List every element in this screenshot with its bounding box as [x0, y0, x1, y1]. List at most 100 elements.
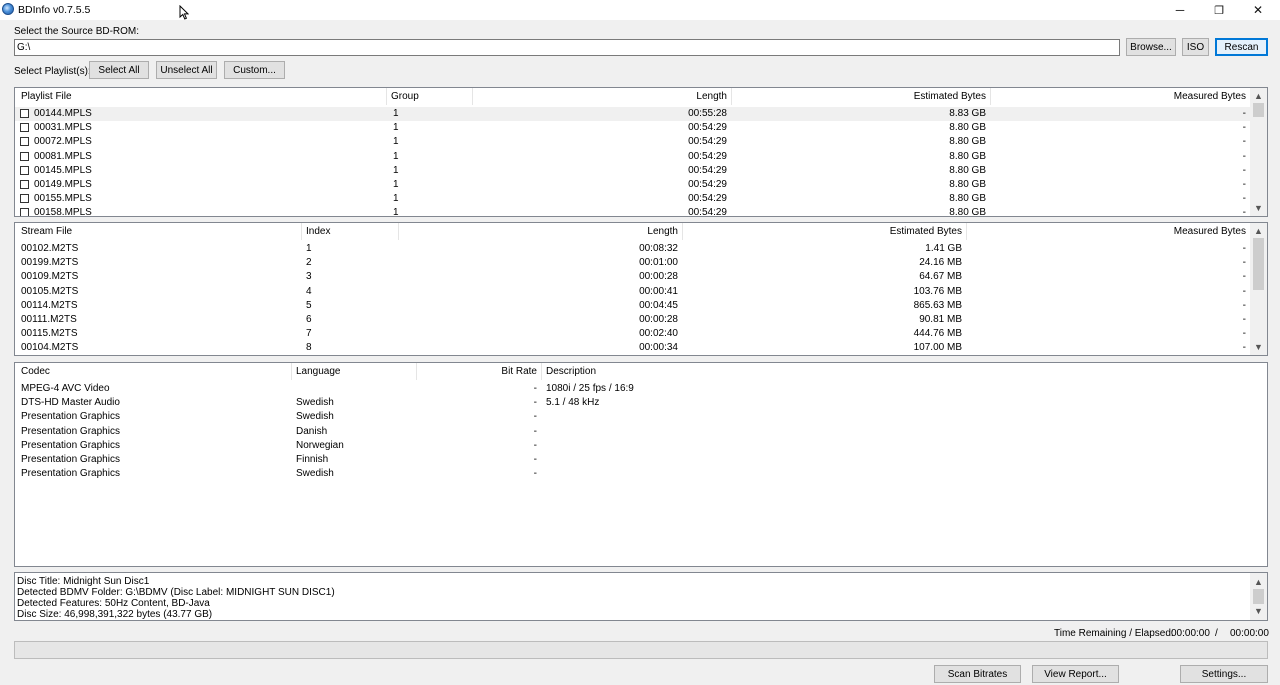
disc-info-box[interactable]: Disc Title: Midnight Sun Disc1 Detected … [14, 572, 1268, 621]
col-stream-measured-bytes[interactable]: Measured Bytes [970, 223, 1246, 240]
scroll-thumb[interactable] [1253, 589, 1264, 604]
view-report-button[interactable]: View Report... [1032, 665, 1119, 683]
scroll-down-icon[interactable]: ▼ [1250, 201, 1267, 215]
col-group[interactable]: Group [391, 88, 471, 105]
rescan-button[interactable]: Rescan [1215, 38, 1268, 56]
col-estimated-bytes[interactable]: Estimated Bytes [735, 88, 986, 105]
table-row[interactable]: 00115.M2TS 7 00:02:40 444.76 MB - [15, 327, 1252, 341]
playlist-checkbox[interactable] [20, 123, 29, 133]
col-stream-estimated-bytes[interactable]: Estimated Bytes [685, 223, 962, 240]
col-measured-bytes[interactable]: Measured Bytes [995, 88, 1246, 105]
col-index[interactable]: Index [306, 223, 396, 240]
settings-button[interactable]: Settings... [1180, 665, 1268, 683]
stream-measured-cell: - [1242, 243, 1246, 254]
disc-size-line: Disc Size: 46,998,391,322 bytes (43.77 G… [17, 609, 213, 620]
table-row[interactable]: 00105.M2TS 4 00:00:41 103.76 MB - [15, 285, 1252, 299]
source-path-input[interactable]: G:\ [14, 39, 1120, 56]
playlist-file-cell: 00031.MPLS [34, 122, 92, 134]
playlist-estimated-cell: 8.80 GB [949, 122, 986, 134]
col-stream-file[interactable]: Stream File [21, 223, 301, 240]
stream-list[interactable]: Stream File Index Length Estimated Bytes… [14, 222, 1268, 356]
scroll-up-icon[interactable]: ▲ [1250, 224, 1267, 238]
title-bar[interactable]: BDInfo v0.7.5.5 ─ ❐ ✕ [0, 0, 1280, 20]
col-language[interactable]: Language [296, 363, 414, 380]
table-row[interactable]: 00199.M2TS 2 00:01:00 24.16 MB - [15, 256, 1252, 270]
playlist-checkbox[interactable] [20, 194, 29, 204]
playlist-file-cell: 00144.MPLS [34, 108, 92, 119]
col-codec[interactable]: Codec [21, 363, 291, 380]
col-playlist-file[interactable]: Playlist File [21, 88, 381, 105]
scroll-up-icon[interactable]: ▲ [1250, 575, 1267, 589]
playlist-select-label: Select Playlist(s): [14, 66, 91, 77]
playlist-checkbox[interactable] [20, 165, 29, 175]
table-row[interactable]: Presentation Graphics Danish - [15, 425, 1267, 439]
scan-bitrates-button[interactable]: Scan Bitrates [934, 665, 1021, 683]
playlist-list[interactable]: Playlist File Group Length Estimated Byt… [14, 87, 1268, 217]
mouse-cursor-icon [179, 5, 189, 20]
table-row[interactable]: 00145.MPLS 1 00:54:29 8.80 GB - [15, 164, 1252, 178]
playlist-estimated-cell: 8.80 GB [949, 136, 986, 148]
minimize-icon[interactable]: ─ [1161, 0, 1199, 20]
playlist-length-cell: 00:54:29 [688, 207, 727, 217]
stream-file-cell: 00109.M2TS [21, 271, 79, 283]
browse-button[interactable]: Browse... [1126, 38, 1176, 56]
stream-estimated-cell: 24.16 MB [919, 257, 962, 269]
stream-estimated-cell: 103.76 MB [913, 285, 962, 297]
custom-button[interactable]: Custom... [224, 61, 285, 79]
table-row[interactable]: 00111.M2TS 6 00:00:28 90.81 MB - [15, 313, 1252, 327]
playlist-scrollbar[interactable]: ▲ ▼ [1250, 88, 1267, 216]
table-row[interactable]: MPEG-4 AVC Video -1080i / 25 fps / 16:9 [15, 382, 1267, 396]
col-length[interactable]: Length [475, 88, 727, 105]
table-row[interactable]: 00081.MPLS 1 00:54:29 8.80 GB - [15, 150, 1252, 164]
table-row[interactable]: 00109.M2TS 3 00:00:28 64.67 MB - [15, 270, 1252, 284]
iso-button[interactable]: ISO [1182, 38, 1209, 56]
restore-icon[interactable]: ❐ [1200, 0, 1238, 20]
close-icon[interactable]: ✕ [1239, 0, 1277, 20]
playlist-checkbox[interactable] [20, 109, 29, 118]
select-all-button[interactable]: Select All [89, 61, 149, 79]
table-row[interactable]: 00158.MPLS 1 00:54:29 8.80 GB - [15, 206, 1252, 217]
table-row[interactable]: 00102.M2TS 1 00:08:32 1.41 GB - [15, 242, 1252, 256]
table-row[interactable]: 00155.MPLS 1 00:54:29 8.80 GB - [15, 192, 1252, 206]
table-row[interactable]: 00031.MPLS 1 00:54:29 8.80 GB - [15, 121, 1252, 135]
stream-length-cell: 00:00:28 [639, 271, 678, 283]
playlist-checkbox[interactable] [20, 151, 29, 161]
codec-description-cell: 1080i / 25 fps / 16:9 [546, 383, 634, 394]
codec-bitrate-cell: - [533, 425, 537, 437]
codec-bitrate-cell: - [533, 454, 537, 465]
table-row[interactable]: Presentation Graphics Finnish - [15, 453, 1267, 467]
unselect-all-button[interactable]: Unselect All [156, 61, 217, 79]
codec-bitrate-cell: - [533, 383, 537, 394]
col-description[interactable]: Description [546, 363, 1146, 380]
table-row[interactable]: DTS-HD Master Audio Swedish -5.1 / 48 kHz [15, 396, 1267, 410]
playlist-checkbox[interactable] [20, 137, 29, 147]
stream-scrollbar[interactable]: ▲ ▼ [1250, 223, 1267, 355]
table-row[interactable]: Presentation Graphics Swedish - [15, 410, 1267, 424]
scroll-down-icon[interactable]: ▼ [1250, 604, 1267, 618]
scroll-thumb[interactable] [1253, 238, 1264, 290]
table-row[interactable]: 00072.MPLS 1 00:54:29 8.80 GB - [15, 135, 1252, 149]
playlist-measured-cell: - [1242, 108, 1246, 119]
stream-estimated-cell: 64.67 MB [919, 271, 962, 283]
codec-list[interactable]: Codec Language Bit Rate Description MPEG… [14, 362, 1268, 567]
table-row[interactable]: Presentation Graphics Norwegian - [15, 439, 1267, 453]
disc-info-scrollbar[interactable]: ▲ ▼ [1250, 573, 1267, 620]
col-bit-rate[interactable]: Bit Rate [419, 363, 537, 380]
codec-bitrate-cell: - [533, 397, 537, 409]
playlist-checkbox[interactable] [20, 208, 29, 216]
table-row[interactable]: Presentation Graphics Swedish - [15, 467, 1267, 481]
source-label: Select the Source BD-ROM: [14, 26, 140, 37]
table-row[interactable]: 00114.M2TS 5 00:04:45 865.63 MB - [15, 299, 1252, 313]
playlist-group-cell: 1 [393, 150, 399, 162]
table-row[interactable]: 00104.M2TS 8 00:00:34 107.00 MB - [15, 341, 1252, 355]
table-row[interactable]: 00149.MPLS 1 00:54:29 8.80 GB - [15, 178, 1252, 192]
stream-length-cell: 00:00:41 [639, 285, 678, 297]
scroll-thumb[interactable] [1253, 103, 1264, 117]
stream-length-cell: 00:00:34 [639, 342, 678, 354]
stream-index-cell: 4 [306, 285, 312, 297]
scroll-down-icon[interactable]: ▼ [1250, 340, 1267, 354]
scroll-up-icon[interactable]: ▲ [1250, 89, 1267, 103]
playlist-checkbox[interactable] [20, 180, 29, 189]
col-stream-length[interactable]: Length [401, 223, 678, 240]
table-row[interactable]: 00144.MPLS 1 00:55:28 8.83 GB - [15, 107, 1252, 121]
